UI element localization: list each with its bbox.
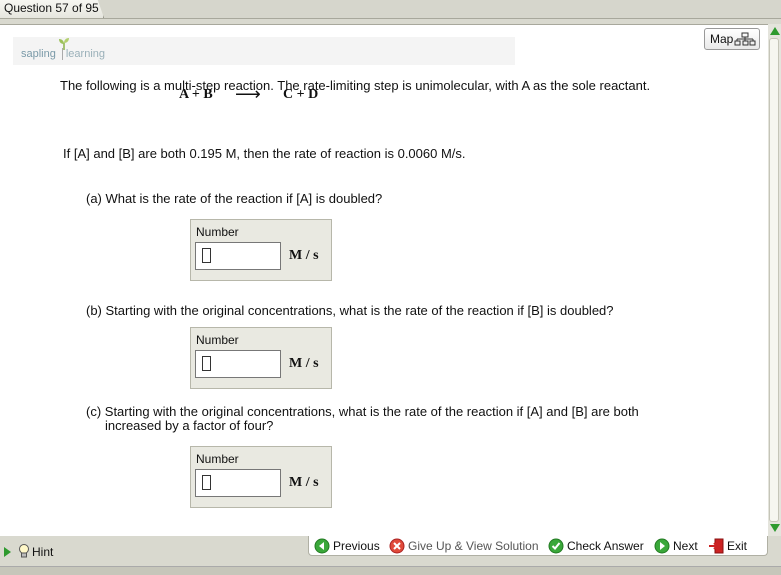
map-button-label: Map [710,32,734,46]
logo-bar: sapling learning [13,37,515,65]
logo-text-sapling: sapling [21,48,56,60]
equation-reactants: A + B [179,87,213,102]
hint-label: Hint [32,545,54,559]
part-c-answer-box: Number M / s [190,446,332,508]
part-c-number-label: Number [196,452,239,466]
check-answer-label: Check Answer [567,539,644,553]
part-b-question: (b) Starting with the original concentra… [86,303,614,318]
part-b-answer-box: Number M / s [190,327,332,389]
part-c-number-input[interactable] [195,469,281,497]
part-b-number-input[interactable] [195,350,281,378]
scroll-up-arrow-icon[interactable] [770,27,780,35]
part-b-number-label: Number [196,333,239,347]
text-cursor [202,248,211,263]
sprout-icon [59,38,69,50]
equation-products: C + D [283,87,319,102]
text-cursor [202,356,211,371]
lightbulb-icon [19,544,29,558]
scroll-down-arrow-icon[interactable] [770,524,780,532]
question-counter-tab[interactable]: Question 57 of 95 [0,0,104,18]
part-a-number-input[interactable] [195,242,281,270]
previous-label: Previous [333,539,380,553]
sapling-learning-logo: sapling learning [21,38,105,60]
expand-arrow-icon [4,547,11,557]
exit-label: Exit [727,539,748,553]
give-up-label: Give Up & View Solution [408,539,539,553]
reaction-arrow-icon: ⟶ [235,84,261,104]
vertical-scrollbar[interactable] [768,24,781,536]
back-arrow-icon [314,538,330,554]
part-a-unit: M / s [289,248,319,263]
problem-intro: The following is a multi-step reaction. … [60,78,651,93]
checkmark-icon [548,538,564,554]
next-label: Next [673,539,698,553]
text-cursor [202,475,211,490]
forward-arrow-icon [654,538,670,554]
part-c-unit: M / s [289,475,319,490]
map-button[interactable]: Map [704,28,760,50]
part-c-question-line2: increased by a factor of four? [105,418,274,433]
scroll-thumb[interactable] [769,38,779,522]
exit-door-icon [709,538,724,554]
cancel-icon [389,538,405,554]
part-c-question-line1: (c) Starting with the original concentra… [86,404,639,419]
problem-given: If [A] and [B] are both 0.195 M, then th… [63,146,466,161]
question-panel: sapling learning Map [0,24,769,537]
part-a-number-label: Number [196,225,239,239]
map-icon [734,32,756,46]
part-a-answer-box: Number M / s [190,219,332,281]
part-a-question: (a) What is the rate of the reaction if … [86,191,383,206]
part-b-unit: M / s [289,356,319,371]
top-strip [0,0,781,19]
